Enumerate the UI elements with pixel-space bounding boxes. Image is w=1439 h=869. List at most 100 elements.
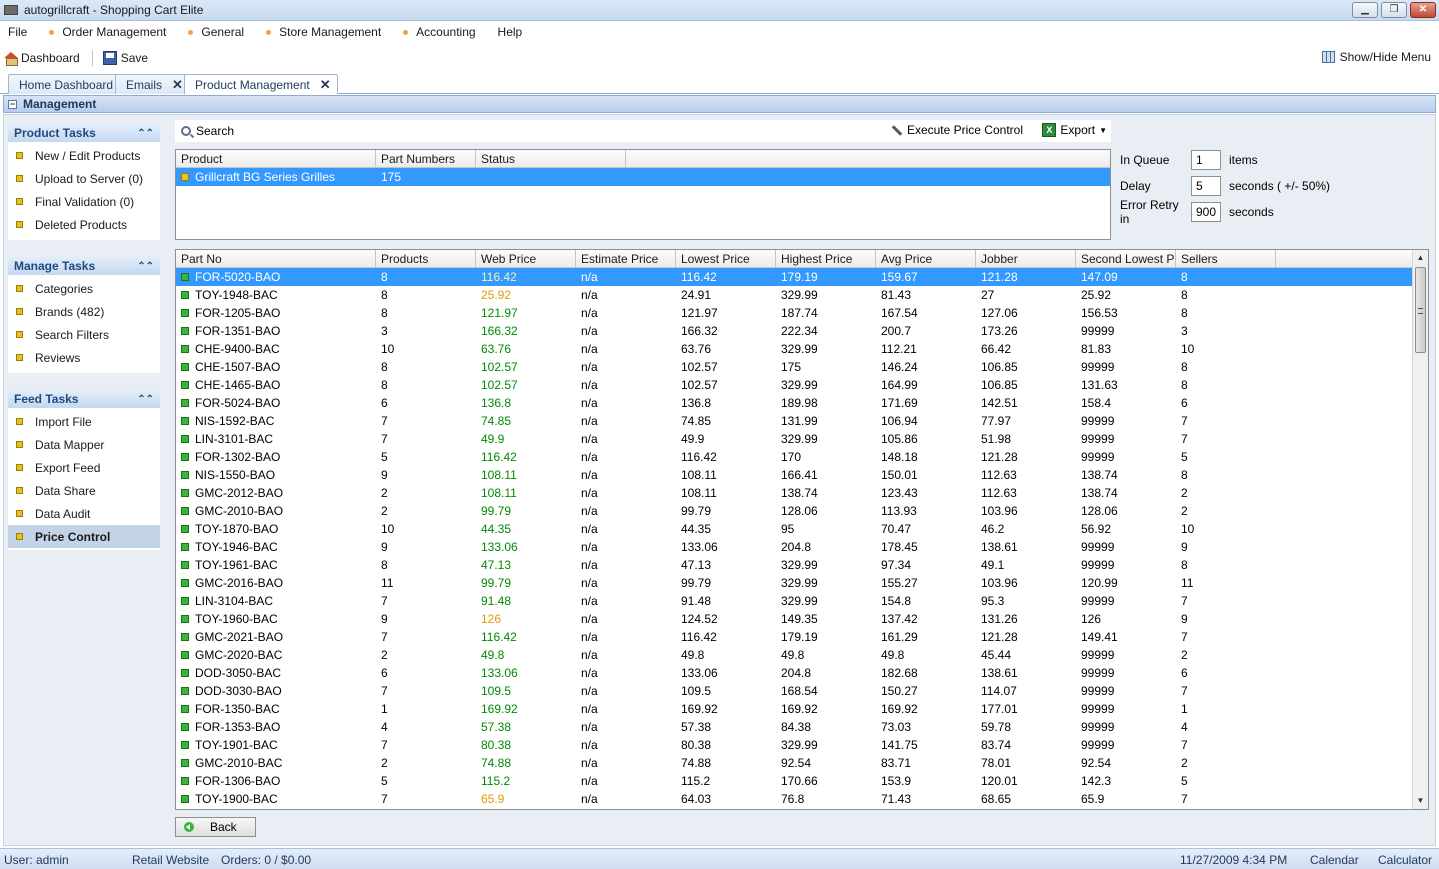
task-final-validation[interactable]: Final Validation (0) — [8, 190, 160, 213]
table-row[interactable]: LIN-3104-BAC 7 91.48 n/a 91.48 329.99 154.8 95.… — [176, 592, 1428, 610]
column-header-avg-price[interactable]: Avg Price — [876, 250, 976, 267]
column-header-sellers[interactable]: Sellers — [1176, 250, 1276, 267]
calculator-button[interactable]: Calculator — [1378, 853, 1432, 867]
scroll-thumb[interactable] — [1415, 267, 1426, 353]
menu-file[interactable]: File — [8, 25, 27, 39]
task-new-edit-products[interactable]: New / Edit Products — [8, 144, 160, 167]
task-data-share[interactable]: Data Share — [8, 479, 160, 502]
column-header-status[interactable]: Status — [476, 150, 626, 167]
management-header[interactable]: − Management — [3, 95, 1436, 113]
task-search-filters[interactable]: Search Filters — [8, 323, 160, 346]
menu-accounting[interactable]: Accounting — [403, 25, 476, 39]
table-row[interactable]: FOR-5020-BAO 8 116.42 n/a 116.42 179.19 159.67… — [176, 268, 1428, 286]
menu-help[interactable]: Help — [498, 25, 523, 39]
table-row[interactable]: CHE-1465-BAO 8 102.57 n/a 102.57 329.99 164.99… — [176, 376, 1428, 394]
scroll-down-icon[interactable]: ▼ — [1413, 793, 1428, 809]
vertical-scrollbar[interactable]: ▲ ▼ — [1412, 250, 1428, 809]
task-reviews[interactable]: Reviews — [8, 346, 160, 369]
dashboard-button[interactable]: Dashboard — [4, 51, 80, 66]
table-row[interactable]: GMC-2016-BAO 11 99.79 n/a 99.79 329.99 155.27 1… — [176, 574, 1428, 592]
task-categories[interactable]: Categories — [8, 277, 160, 300]
cell-highest-price: 169.92 — [781, 702, 818, 716]
scroll-up-icon[interactable]: ▲ — [1413, 250, 1428, 266]
product-tasks-header[interactable]: Product Tasks ⌃⌃ — [8, 124, 160, 142]
show-hide-menu-button[interactable]: Show/Hide Menu — [1321, 50, 1431, 64]
column-header-lowest-price[interactable]: Lowest Price — [676, 250, 776, 267]
collapse-icon[interactable]: − — [8, 99, 17, 109]
task-brands[interactable]: Brands (482) — [8, 300, 160, 323]
task-import-file[interactable]: Import File — [8, 410, 160, 433]
table-row[interactable]: FOR-1205-BAO 8 121.97 n/a 121.97 187.74 167.54… — [176, 304, 1428, 322]
table-row[interactable]: NIS-1550-BAO 9 108.11 n/a 108.11 166.41 150.01… — [176, 466, 1428, 484]
task-data-mapper[interactable]: Data Mapper — [8, 433, 160, 456]
table-row[interactable]: GMC-2021-BAO 7 116.42 n/a 116.42 179.19 161.29… — [176, 628, 1428, 646]
table-row[interactable]: FOR-1302-BAO 5 116.42 n/a 116.42 170 148.18 121… — [176, 448, 1428, 466]
table-row[interactable]: DOD-3050-BAC 6 133.06 n/a 133.06 204.8 182.68 1… — [176, 664, 1428, 682]
column-header-products[interactable]: Products — [376, 250, 476, 267]
manage-tasks-header[interactable]: Manage Tasks ⌃⌃ — [8, 257, 160, 275]
chevron-up-icon[interactable]: ⌃⌃ — [137, 261, 154, 272]
save-button[interactable]: Save — [102, 51, 148, 65]
tab-home-dashboard[interactable]: Home Dashboard — [8, 74, 121, 94]
table-row[interactable]: TOY-1961-BAC 8 47.13 n/a 47.13 329.99 97.34 49.… — [176, 556, 1428, 574]
maximize-button[interactable]: ❐ — [1381, 2, 1407, 18]
table-row[interactable]: TOY-1946-BAC 9 133.06 n/a 133.06 204.8 178.45 1… — [176, 538, 1428, 556]
search-label[interactable]: Search — [196, 124, 234, 138]
status-icon — [181, 651, 189, 659]
table-row[interactable]: GMC-2010-BAO 2 99.79 n/a 99.79 128.06 113.93 10… — [176, 502, 1428, 520]
chevron-up-icon[interactable]: ⌃⌃ — [137, 394, 154, 405]
task-export-feed[interactable]: Export Feed — [8, 456, 160, 479]
execute-price-control-button[interactable]: Execute Price Control — [891, 123, 1023, 137]
table-row[interactable]: TOY-1901-BAC 7 80.38 n/a 80.38 329.99 141.75 83… — [176, 736, 1428, 754]
table-row[interactable]: NIS-1592-BAC 7 74.85 n/a 74.85 131.99 106.94 77… — [176, 412, 1428, 430]
column-header-highest-price[interactable]: Highest Price — [776, 250, 876, 267]
table-row[interactable]: FOR-1306-BAO 5 115.2 n/a 115.2 170.66 153.9 120… — [176, 772, 1428, 790]
calendar-button[interactable]: Calendar — [1310, 853, 1359, 867]
menu-order-management[interactable]: Order Management — [49, 25, 166, 39]
table-row[interactable]: GMC-2012-BAO 2 108.11 n/a 108.11 138.74 123.43… — [176, 484, 1428, 502]
tab-emails[interactable]: Emails ✕ — [115, 74, 190, 94]
delay-input[interactable]: 5 — [1191, 176, 1221, 196]
chevron-up-icon[interactable]: ⌃⌃ — [137, 128, 154, 139]
minimize-button[interactable]: ▁ — [1352, 2, 1378, 18]
column-header-web-price[interactable]: Web Price — [476, 250, 576, 267]
status-icon — [181, 453, 189, 461]
table-row[interactable]: CHE-1507-BAO 8 102.57 n/a 102.57 175 146.24 106… — [176, 358, 1428, 376]
menu-general[interactable]: General — [188, 25, 244, 39]
close-icon[interactable]: ✕ — [320, 77, 331, 93]
task-data-audit[interactable]: Data Audit — [8, 502, 160, 525]
column-header-part-numbers[interactable]: Part Numbers — [376, 150, 476, 167]
back-button[interactable]: Back — [175, 817, 256, 837]
table-row[interactable]: GMC-2020-BAC 2 49.8 n/a 49.8 49.8 49.8 45.44 999… — [176, 646, 1428, 664]
table-row[interactable]: TOY-1900-BAC 7 65.9 n/a 64.03 76.8 71.43 68.65 6… — [176, 790, 1428, 808]
table-row[interactable]: DOD-3030-BAO 7 109.5 n/a 109.5 168.54 150.27 11… — [176, 682, 1428, 700]
table-row[interactable]: FOR-1351-BAO 3 166.32 n/a 166.32 222.34 200.7 1… — [176, 322, 1428, 340]
column-header-estimate-price[interactable]: Estimate Price — [576, 250, 676, 267]
table-row[interactable]: FOR-1353-BAO 4 57.38 n/a 57.38 84.38 73.03 59.7… — [176, 718, 1428, 736]
menu-store-management[interactable]: Store Management — [266, 25, 381, 39]
table-row[interactable]: TOY-1960-BAC 9 126 n/a 124.52 149.35 137.42 131… — [176, 610, 1428, 628]
table-row[interactable]: Grillcraft BG Series Grilles 175 — [176, 168, 1110, 186]
table-row[interactable]: TOY-1870-BAO 10 44.35 n/a 44.35 95 70.47 46.2 56… — [176, 520, 1428, 538]
search-icon[interactable] — [181, 126, 191, 136]
close-button[interactable]: ✕ — [1410, 2, 1436, 18]
in-queue-input[interactable]: 1 — [1191, 150, 1221, 170]
feed-tasks-header[interactable]: Feed Tasks ⌃⌃ — [8, 390, 160, 408]
table-row[interactable]: GMC-2010-BAC 2 74.88 n/a 74.88 92.54 83.71 78.0… — [176, 754, 1428, 772]
column-header-part-no[interactable]: Part No — [176, 250, 376, 267]
export-button[interactable]: X Export ▼ — [1042, 123, 1107, 137]
task-deleted-products[interactable]: Deleted Products — [8, 213, 160, 236]
table-row[interactable]: TOY-1948-BAC 8 25.92 n/a 24.91 329.99 81.43 27 2… — [176, 286, 1428, 304]
table-row[interactable]: FOR-5024-BAO 6 136.8 n/a 136.8 189.98 171.69 14… — [176, 394, 1428, 412]
table-row[interactable]: FOR-1350-BAC 1 169.92 n/a 169.92 169.92 169.92… — [176, 700, 1428, 718]
close-icon[interactable]: ✕ — [172, 77, 183, 93]
column-header-second-lowest-price[interactable]: Second Lowest P — [1076, 250, 1176, 267]
error-retry-input[interactable]: 900 — [1191, 202, 1221, 222]
table-row[interactable]: CHE-9400-BAC 10 63.76 n/a 63.76 329.99 112.21 6… — [176, 340, 1428, 358]
column-header-jobber[interactable]: Jobber — [976, 250, 1076, 267]
task-upload-to-server[interactable]: Upload to Server (0) — [8, 167, 160, 190]
column-header-product[interactable]: Product — [176, 150, 376, 167]
task-price-control[interactable]: Price Control — [8, 525, 160, 548]
table-row[interactable]: LIN-3101-BAC 7 49.9 n/a 49.9 329.99 105.86 51.9… — [176, 430, 1428, 448]
tab-product-management[interactable]: Product Management ✕ — [184, 74, 338, 94]
